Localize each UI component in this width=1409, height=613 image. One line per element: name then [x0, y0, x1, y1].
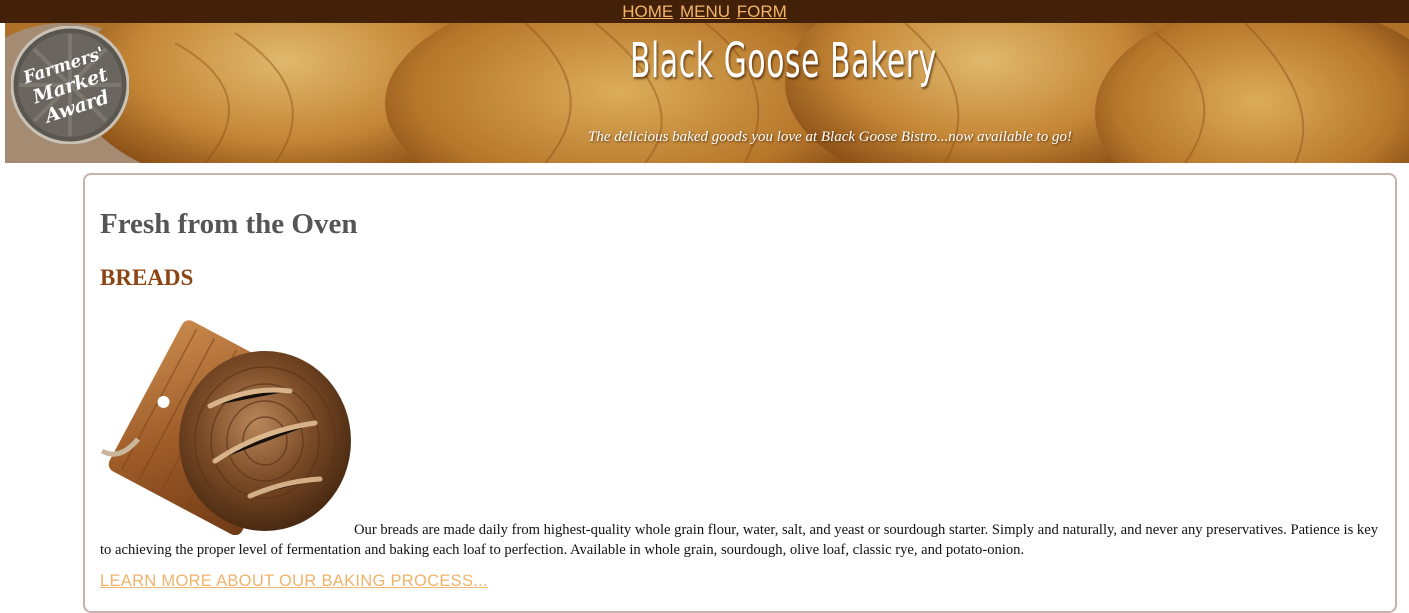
nav-link-menu[interactable]: MENU — [680, 2, 730, 21]
section-title-breads: BREADS — [100, 265, 194, 290]
site-tagline: The delicious baked goods you love at Bl… — [588, 129, 1072, 145]
main-content-panel: Fresh from the Oven BREADS Our breads ar… — [83, 173, 1397, 613]
site-title: Black Goose Bakery — [630, 33, 937, 89]
nav-link-form[interactable]: FORM — [737, 2, 787, 21]
learn-more-link[interactable]: LEARN MORE ABOUT OUR BAKING PROCESS... — [100, 572, 488, 591]
farmers-market-award-badge: Farmers' Market Award — [11, 26, 129, 144]
page-heading: Fresh from the Oven — [100, 208, 358, 240]
breads-description: Our breads are made daily from highest-q… — [100, 522, 1378, 558]
hero-banner: Farmers' Market Award Black Goose Bakery… — [5, 23, 1409, 163]
nav-link-home[interactable]: HOME — [622, 2, 673, 21]
bread-loaf-image — [100, 320, 351, 535]
top-nav: HOME MENU FORM — [0, 0, 1409, 23]
